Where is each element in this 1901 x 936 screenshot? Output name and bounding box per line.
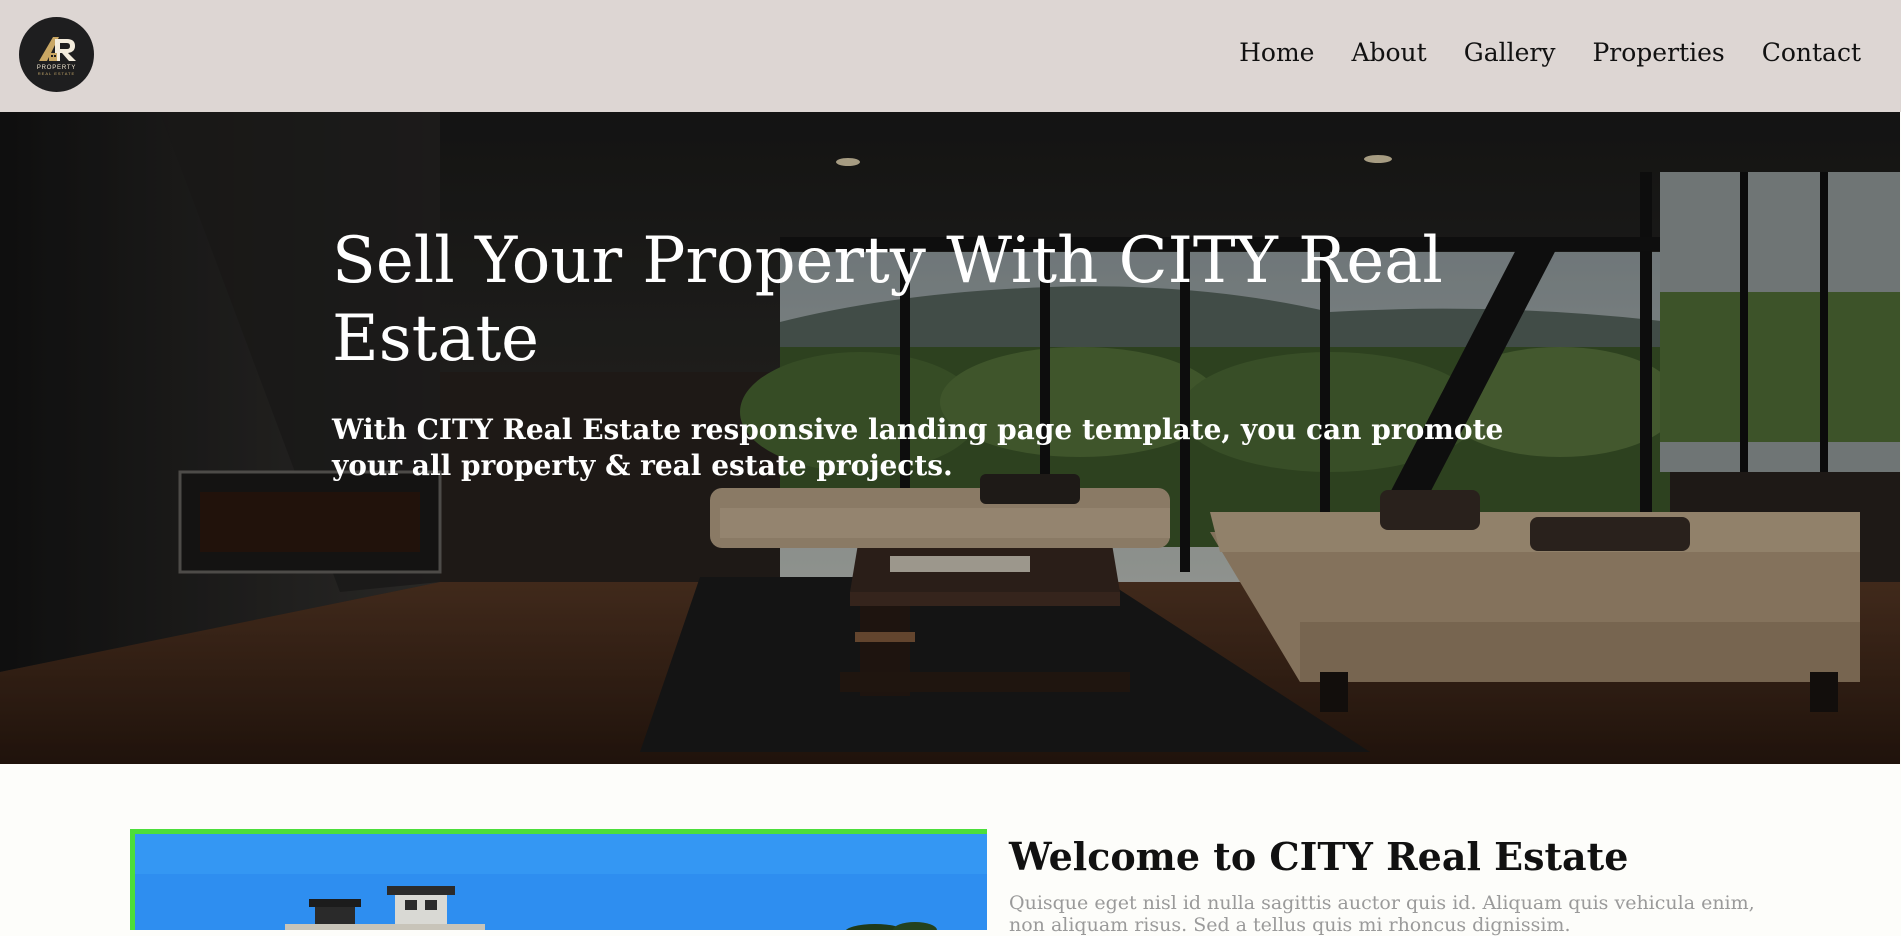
ar-house-logo-icon xyxy=(35,33,79,63)
hero-banner: Sell Your Property With CITY Real Estate… xyxy=(0,112,1900,764)
nav-link-home[interactable]: Home xyxy=(1239,38,1314,67)
featured-property-image xyxy=(130,829,987,930)
nav-link-about[interactable]: About xyxy=(1351,38,1426,67)
nav-link-contact[interactable]: Contact xyxy=(1762,38,1861,67)
nav-link-gallery[interactable]: Gallery xyxy=(1464,38,1556,67)
welcome-heading: Welcome to CITY Real Estate xyxy=(1009,834,1629,879)
logo-text-real-estate: REAL ESTATE xyxy=(37,71,76,76)
nav-link-properties[interactable]: Properties xyxy=(1592,38,1724,67)
brand-logo[interactable]: PROPERTY REAL ESTATE xyxy=(19,17,94,92)
welcome-paragraph: Quisque eget nisl id nulla sagittis auct… xyxy=(1009,892,1755,936)
hero-subtitle: With CITY Real Estate responsive landing… xyxy=(332,413,1504,482)
house-exterior-image xyxy=(135,834,987,930)
main-nav: Home About Gallery Properties Contact xyxy=(1239,38,1861,67)
hero-title: Sell Your Property With CITY Real Estate xyxy=(332,224,1443,376)
top-navigation-bar: PROPERTY REAL ESTATE Home About Gallery … xyxy=(0,0,1901,112)
